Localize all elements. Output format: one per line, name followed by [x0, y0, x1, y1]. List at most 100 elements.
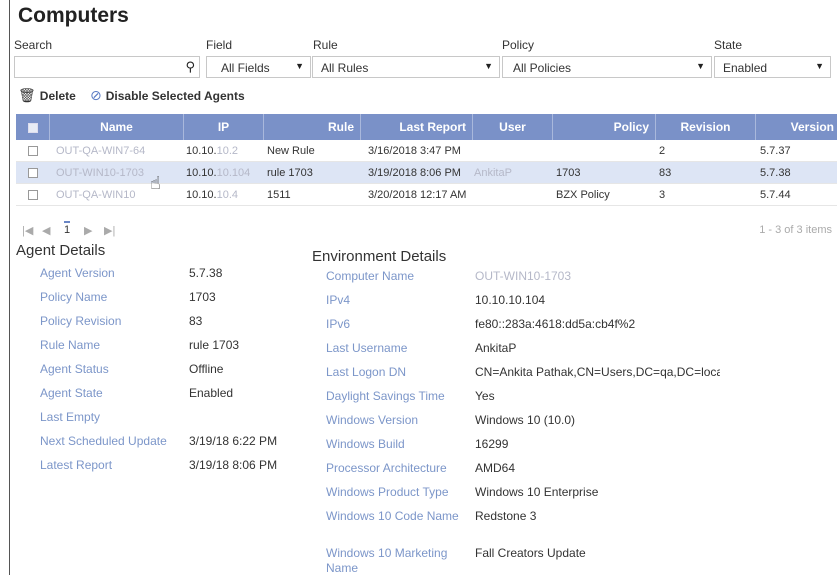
agent-detail-label: Agent Version — [40, 266, 115, 280]
rule-select[interactable]: All Rules ▼ — [312, 56, 500, 78]
cell-revision: 83 — [659, 167, 672, 179]
cell-version: 5.7.38 — [760, 167, 791, 179]
disable-agents-button[interactable]: ⊘ Disable Selected Agents — [90, 87, 245, 104]
env-detail-label: Windows Product Type — [326, 485, 449, 499]
col-version[interactable]: Version — [756, 114, 837, 140]
col-last-report[interactable]: Last Report — [361, 114, 473, 140]
disable-icon: ⊘ — [90, 87, 102, 103]
agent-detail-value: rule 1703 — [189, 338, 240, 352]
page-1-button[interactable]: 1 — [64, 221, 71, 236]
cell-ip: 10.10.10.104 — [186, 167, 251, 179]
col-name[interactable]: Name — [50, 114, 184, 140]
table-row[interactable]: OUT-QA-WIN7-64 10.10.10.2 New Rule 3/16/… — [16, 140, 837, 162]
last-page-button[interactable]: ▶| — [104, 224, 115, 237]
cell-version: 5.7.37 — [760, 145, 791, 157]
first-page-button[interactable]: |◀ — [22, 224, 33, 237]
env-detail-value: AnkitaP — [475, 341, 517, 355]
rule-select-value: All Rules — [321, 61, 369, 75]
agent-detail-label: Policy Revision — [40, 314, 122, 328]
row-checkbox[interactable] — [28, 184, 38, 206]
search-icon[interactable]: ⚲ — [185, 59, 195, 75]
search-input[interactable]: ⚲ — [14, 56, 200, 78]
agent-details-title: Agent Details — [16, 242, 106, 259]
env-detail-value: AMD64 — [475, 461, 516, 475]
col-rule[interactable]: Rule — [264, 114, 361, 140]
env-detail-label: Windows 10 Marketing Name — [326, 546, 448, 575]
state-select[interactable]: Enabled ▼ — [714, 56, 831, 78]
env-detail-value: Yes — [475, 389, 495, 403]
page-title: Computers — [18, 4, 129, 27]
cell-ip: 10.10.10.2 — [186, 145, 239, 157]
rule-label: Rule — [313, 38, 338, 52]
cell-version: 5.7.44 — [760, 189, 791, 201]
policy-select[interactable]: All Policies ▼ — [502, 56, 712, 78]
environment-details-title: Environment Details — [312, 248, 447, 265]
row-checkbox[interactable] — [28, 162, 38, 184]
env-detail-value: Fall Creators Update — [475, 546, 586, 560]
agent-detail-label: Agent State — [40, 386, 103, 400]
next-page-button[interactable]: ▶ — [84, 224, 92, 237]
env-detail-value: CN=Ankita Pathak,CN=Users,DC=qa,DC=local — [475, 365, 720, 379]
state-select-value: Enabled — [723, 61, 768, 75]
policy-label: Policy — [502, 38, 535, 52]
env-detail-label: Daylight Savings Time — [326, 389, 445, 403]
agent-detail-label: Latest Report — [40, 458, 113, 472]
hand-cursor-icon: ☝ — [150, 173, 161, 193]
cell-policy: 1703 — [556, 167, 581, 179]
agent-detail-value: 1703 — [189, 290, 216, 304]
cell-last-report: 3/16/2018 3:47 PM — [368, 145, 461, 157]
cell-revision: 2 — [659, 145, 666, 157]
prev-page-button[interactable]: ◀ — [42, 224, 50, 237]
agent-detail-value: Enabled — [189, 386, 234, 400]
env-detail-value: Windows 10 Enterprise — [475, 485, 599, 499]
cell-name: OUT-QA-WIN7-64 — [56, 145, 146, 157]
pager-summary: 1 - 3 of 3 items — [759, 224, 832, 236]
env-detail-label: Last Username — [326, 341, 408, 355]
delete-button[interactable]: 🗑 Delete — [18, 87, 76, 104]
col-ip[interactable]: IP — [184, 114, 264, 140]
agent-detail-value: 3/19/18 6:22 PM — [189, 434, 278, 448]
chevron-down-icon: ▼ — [696, 61, 705, 71]
env-detail-value: Windows 10 (10.0) — [475, 413, 576, 427]
agent-detail-label: Last Empty — [40, 410, 101, 424]
cell-name: OUT-QA-WIN10 — [56, 189, 136, 201]
grid-pager: |◀ ◀ 1 ▶ ▶| 1 - 3 of 3 items — [22, 221, 837, 242]
env-detail-label: Windows Build — [326, 437, 405, 451]
grid-header: Name IP Rule Last Report User Policy Rev… — [16, 114, 837, 140]
chevron-down-icon: ▼ — [295, 61, 304, 71]
cell-rule: New Rule — [267, 145, 315, 157]
env-detail-label: IPv4 — [326, 293, 351, 307]
search-label: Search — [14, 38, 53, 52]
field-select[interactable]: All Fields ▼ — [206, 56, 311, 78]
chevron-down-icon: ▼ — [815, 61, 824, 71]
env-detail-value: fe80::283a:4618:dd5a:cb4f%2 — [475, 317, 636, 331]
cell-name: OUT-WIN10-1703 — [56, 167, 145, 179]
env-detail-value: 16299 — [475, 437, 509, 451]
row-checkbox[interactable] — [28, 140, 38, 162]
cell-rule: 1511 — [267, 189, 291, 201]
env-detail-label: IPv6 — [326, 317, 351, 331]
cell-revision: 3 — [659, 189, 666, 201]
computers-page: Computers Search Field Rule Policy State… — [9, 0, 837, 575]
computers-grid: Name IP Rule Last Report User Policy Rev… — [16, 114, 837, 206]
env-detail-label: Processor Architecture — [326, 461, 447, 475]
policy-select-value: All Policies — [513, 61, 572, 75]
field-select-value: All Fields — [221, 61, 270, 75]
env-detail-label: Computer Name — [326, 269, 415, 283]
env-detail-value: OUT-WIN10-1703 — [475, 269, 572, 283]
cell-user: AnkitaP — [474, 167, 512, 179]
col-policy[interactable]: Policy — [553, 114, 656, 140]
table-row[interactable]: OUT-WIN10-1703 10.10.10.104 rule 1703 3/… — [16, 162, 837, 184]
select-all-checkbox[interactable] — [16, 114, 50, 140]
col-revision[interactable]: Revision — [656, 114, 756, 140]
env-detail-label: Windows 10 Code Name — [326, 509, 459, 523]
agent-detail-label: Policy Name — [40, 290, 108, 304]
agent-detail-label: Next Scheduled Update — [40, 434, 167, 448]
agent-detail-value: 3/19/18 8:06 PM — [189, 458, 278, 472]
agent-detail-label: Agent Status — [40, 362, 109, 376]
env-detail-value: Redstone 3 — [475, 509, 537, 523]
col-user[interactable]: User — [473, 114, 553, 140]
agent-detail-label: Rule Name — [40, 338, 101, 352]
agent-detail-value: 83 — [189, 314, 203, 328]
table-row[interactable]: OUT-QA-WIN10 10.10.10.4 1511 3/20/2018 1… — [16, 184, 837, 206]
